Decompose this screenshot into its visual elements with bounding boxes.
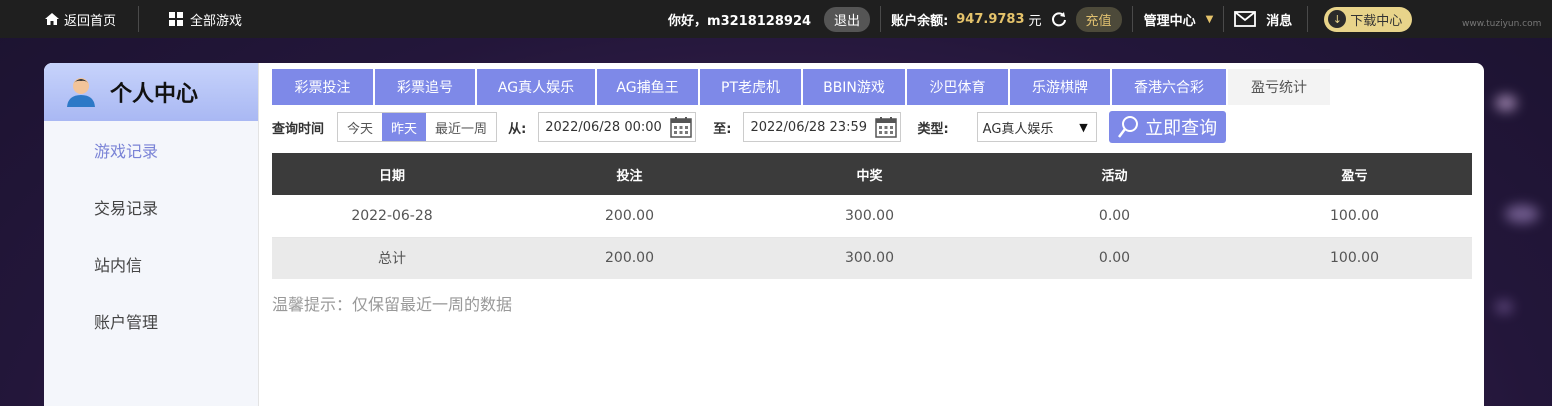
tab-hk-lottery[interactable]: 香港六合彩 <box>1112 69 1226 105</box>
dropdown-arrow-icon: ▼ <box>1079 120 1088 134</box>
type-select-value: AG真人娱乐 <box>982 121 1054 137</box>
sidebar-header: 个人中心 <box>44 63 258 121</box>
to-date-value: 2022/06/28 23:59 <box>750 119 867 135</box>
type-select[interactable]: AG真人娱乐 ▼ <box>976 112 1097 142</box>
to-date-input[interactable]: 2022/06/28 23:59 <box>743 112 902 142</box>
tab-lottery-bet[interactable]: 彩票投注 <box>272 69 373 105</box>
download-label: 下载中心 <box>1350 13 1403 29</box>
recharge-button[interactable]: 充值 <box>1075 6 1122 32</box>
tab-saba-sports[interactable]: 沙巴体育 <box>907 69 1008 105</box>
all-games-link[interactable]: 全部游戏 <box>168 10 242 29</box>
cell-total-label: 总计 <box>272 237 512 279</box>
balance-label: 账户余额: <box>891 13 949 29</box>
profit-table: 日期 投注 中奖 活动 盈亏 2022-06-28 200.00 300.00 … <box>272 153 1472 279</box>
calendar-icon[interactable] <box>875 116 898 138</box>
tip-text: 温馨提示：仅保留最近一周的数据 <box>272 295 513 314</box>
column-header-activity: 活动 <box>992 153 1237 195</box>
balance-value: 947.9783 <box>956 11 1025 27</box>
search-button[interactable]: 立即查询 <box>1108 111 1226 143</box>
cell-activity: 0.00 <box>992 195 1237 238</box>
background-glow <box>1495 95 1517 111</box>
type-label: 类型: <box>917 121 949 137</box>
divider <box>880 6 882 32</box>
from-label: 从: <box>508 121 527 137</box>
divider <box>1307 6 1309 32</box>
divider <box>1223 6 1225 32</box>
watermark-logo: www.tuziyun.com <box>1462 19 1542 29</box>
sidebar-item-messages[interactable]: 站内信 <box>44 235 258 292</box>
download-center-button[interactable]: ↓ 下载中心 <box>1324 6 1413 32</box>
search-button-label: 立即查询 <box>1145 118 1218 139</box>
messages-link[interactable]: 消息 <box>1234 10 1292 29</box>
search-icon <box>1118 116 1139 138</box>
table-total-row: 总计 200.00 300.00 0.00 100.00 <box>272 237 1472 279</box>
download-icon: ↓ <box>1328 10 1347 28</box>
divider <box>138 6 140 32</box>
column-header-win: 中奖 <box>747 153 992 195</box>
column-header-date: 日期 <box>272 153 512 195</box>
sidebar-item-game-records[interactable]: 游戏记录 <box>44 121 258 178</box>
yesterday-button[interactable]: 昨天 <box>382 113 427 141</box>
divider <box>1131 6 1133 32</box>
table-row: 2022-06-28 200.00 300.00 0.00 100.00 <box>272 195 1472 238</box>
top-navigation-bar: 返回首页 全部游戏 你好，m3218128924 退出 账户余额: 947.97… <box>0 0 1552 38</box>
tab-lottery-chase[interactable]: 彩票追号 <box>375 69 475 105</box>
cell-bet: 200.00 <box>512 195 747 238</box>
to-label: 至: <box>713 121 732 137</box>
sidebar-item-account[interactable]: 账户管理 <box>44 292 258 349</box>
caret-down-icon: ▼ <box>1205 13 1214 25</box>
from-date-input[interactable]: 2022/06/28 00:00 <box>538 112 697 142</box>
messages-label: 消息 <box>1266 13 1293 29</box>
calendar-icon[interactable] <box>670 116 693 138</box>
last-week-button[interactable]: 最近一周 <box>426 113 496 141</box>
all-games-label: 全部游戏 <box>190 13 243 29</box>
management-menu[interactable]: 管理中心 ▼ <box>1144 10 1214 29</box>
greeting-text: 你好，m3218128924 <box>668 13 812 29</box>
tab-profit-stats[interactable]: 盈亏统计 <box>1228 69 1330 105</box>
cell-date: 2022-06-28 <box>272 195 512 238</box>
column-header-profit: 盈亏 <box>1237 153 1472 195</box>
management-label: 管理中心 <box>1143 13 1196 29</box>
logout-button[interactable]: 退出 <box>824 6 871 32</box>
tab-ag-live[interactable]: AG真人娱乐 <box>477 69 595 105</box>
background-glow <box>1495 300 1513 314</box>
cell-win: 300.00 <box>747 237 992 279</box>
cell-profit: 100.00 <box>1237 195 1472 238</box>
query-time-label: 查询时间 <box>272 121 325 137</box>
refresh-icon[interactable] <box>1050 10 1068 28</box>
tab-leyou-chess[interactable]: 乐游棋牌 <box>1010 69 1110 105</box>
background-glow <box>1505 205 1539 223</box>
cell-win: 300.00 <box>747 195 992 238</box>
query-bar: 查询时间 今天 昨天 最近一周 从: 2022/06/28 00:00 至: 2 <box>272 106 1472 148</box>
cell-activity: 0.00 <box>992 237 1237 279</box>
cell-bet: 200.00 <box>512 237 747 279</box>
grid-icon <box>169 12 184 26</box>
tab-ag-fishing[interactable]: AG捕鱼王 <box>597 69 698 105</box>
column-header-bet: 投注 <box>512 153 747 195</box>
tab-bbin[interactable]: BBIN游戏 <box>803 69 905 105</box>
sidebar-item-transactions[interactable]: 交易记录 <box>44 178 258 235</box>
home-link[interactable]: 返回首页 <box>44 10 116 29</box>
user-avatar-icon <box>67 78 95 107</box>
sidebar-title: 个人中心 <box>110 82 199 107</box>
today-button[interactable]: 今天 <box>338 113 382 141</box>
tab-pt-slots[interactable]: PT老虎机 <box>700 69 801 105</box>
mail-icon <box>1234 11 1257 27</box>
quick-date-selector: 今天 昨天 最近一周 <box>337 112 498 142</box>
game-tabs: 彩票投注 彩票追号 AG真人娱乐 AG捕鱼王 PT老虎机 BBIN游戏 沙巴体育… <box>272 69 1472 105</box>
sidebar: 个人中心 游戏记录 交易记录 站内信 账户管理 <box>44 63 259 406</box>
balance-unit: 元 <box>1028 13 1042 29</box>
main-panel: 个人中心 游戏记录 交易记录 站内信 账户管理 彩票投注 彩票追号 AG真人娱乐… <box>44 63 1484 406</box>
home-label: 返回首页 <box>64 13 117 29</box>
cell-profit: 100.00 <box>1237 237 1472 279</box>
from-date-value: 2022/06/28 00:00 <box>545 119 662 135</box>
content-area: 彩票投注 彩票追号 AG真人娱乐 AG捕鱼王 PT老虎机 BBIN游戏 沙巴体育… <box>272 63 1472 315</box>
table-header-row: 日期 投注 中奖 活动 盈亏 <box>272 153 1472 195</box>
home-icon <box>45 13 59 25</box>
